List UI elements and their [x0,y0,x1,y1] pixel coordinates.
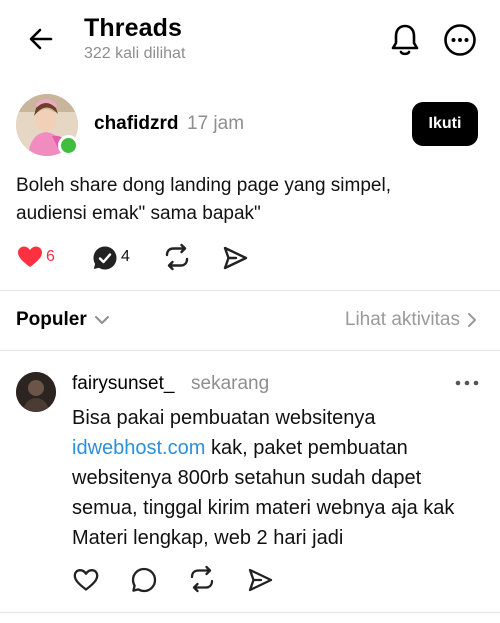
reply-button[interactable] [91,244,119,272]
send-icon [223,246,248,270]
repost-button[interactable] [163,243,191,271]
post-timestamp: 17 jam [187,113,245,134]
top-bar: Threads 322 kali dilihat [0,0,500,80]
send-icon [248,568,273,592]
reply-comment-button[interactable] [130,566,158,594]
like-button[interactable] [16,244,44,270]
repost-icon [165,243,189,271]
reply-timestamp: sekarang [191,373,270,394]
reply-text-fragment: kak, paket pembuatan [205,437,408,459]
reply-share-button[interactable] [246,566,274,594]
reply-count: 4 [121,248,130,265]
more-circle-icon [444,24,476,56]
notifications-button[interactable] [388,22,422,58]
reply-body: Bisa pakai pembuatan websitenya idwebhos… [72,403,487,553]
post-body: Boleh share dong landing page yang simpe… [16,172,486,228]
arrow-left-icon [29,28,53,50]
reply-text-line: idwebhost.com kak, paket pembuatan [72,433,487,463]
view-count: 322 kali dilihat [84,45,186,62]
reply-more-button[interactable] [454,374,480,392]
reply-text-line: websitenya 800rb setahun sudah dapet [72,467,422,489]
chevron-down-icon [94,316,109,324]
reply-bubble-icon [93,246,117,270]
comment-bubble-icon [131,567,157,593]
view-activity-label: Lihat aktivitas [344,309,460,330]
post-text-line: audiensi emak" sama bapak" [16,203,261,224]
back-button[interactable] [24,22,58,56]
reply-link[interactable]: idwebhost.com [72,437,205,459]
reply-username[interactable]: fairysunset_ [72,373,174,395]
reply-like-button[interactable] [72,566,100,594]
more-horizontal-icon [455,380,479,386]
sort-dropdown[interactable]: Populer [16,309,111,331]
view-activity-link[interactable]: Lihat aktivitas [345,309,478,331]
share-button[interactable] [221,244,249,272]
follow-button[interactable]: Ikuti [412,102,478,146]
reply-text-line: semua, tinggal kirim materi webnya aja k… [72,497,455,519]
online-status-dot [58,135,79,156]
repost-icon [190,565,214,593]
page-title: Threads [84,14,182,42]
post-text-line: Boleh share dong landing page yang simpe… [16,175,391,196]
heart-filled-icon [18,246,42,267]
chevron-right-icon [468,313,476,327]
reply-text-line: Bisa pakai pembuatan websitenya [72,407,376,429]
bell-icon [391,24,419,56]
heart-outline-icon [73,569,99,591]
sort-label: Populer [16,309,87,330]
reply-text-line: Materi lengkap, web 2 hari jadi [72,527,344,549]
reply-author-avatar[interactable] [16,372,56,412]
divider [0,290,500,291]
divider [0,612,500,613]
more-options-button[interactable] [442,22,478,58]
divider [0,350,500,351]
reply-repost-button[interactable] [188,565,216,593]
author-username[interactable]: chafidzrd [94,113,178,135]
like-count: 6 [46,248,55,265]
